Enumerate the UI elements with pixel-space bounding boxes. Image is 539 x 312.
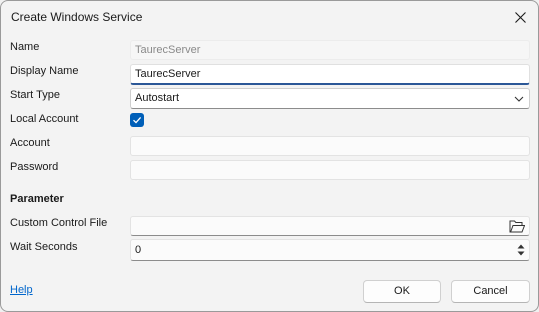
local-account-checkbox[interactable] xyxy=(130,113,144,127)
browse-file-button[interactable] xyxy=(508,218,526,234)
ok-button[interactable]: OK xyxy=(363,280,441,303)
close-button[interactable] xyxy=(508,5,532,29)
local-account-label: Local Account xyxy=(10,113,79,125)
parameter-heading: Parameter xyxy=(10,193,64,205)
custom-control-file-field[interactable] xyxy=(130,216,530,236)
display-name-field[interactable] xyxy=(130,64,530,85)
account-field[interactable] xyxy=(130,136,530,156)
create-windows-service-dialog: Create Windows Service Name Display Name… xyxy=(0,0,539,312)
wait-seconds-value: 0 xyxy=(135,244,142,256)
start-type-select[interactable]: Autostart xyxy=(130,88,530,109)
password-field[interactable] xyxy=(130,160,530,180)
cancel-button[interactable]: Cancel xyxy=(451,280,530,303)
window-title: Create Windows Service xyxy=(11,10,143,24)
title-bar: Create Windows Service xyxy=(1,1,538,34)
wait-seconds-field[interactable]: 0 xyxy=(130,239,530,261)
custom-control-file-value xyxy=(131,220,135,232)
start-type-value: Autostart xyxy=(135,92,180,104)
close-icon xyxy=(514,11,526,23)
password-label: Password xyxy=(10,161,59,173)
start-type-label: Start Type xyxy=(10,89,60,101)
name-label: Name xyxy=(10,41,40,53)
wait-seconds-label: Wait Seconds xyxy=(10,241,78,253)
checkmark-icon xyxy=(133,116,142,124)
spinner-arrows-icon[interactable] xyxy=(516,242,526,258)
chevron-down-icon xyxy=(514,96,524,102)
custom-control-file-label: Custom Control File xyxy=(10,217,108,229)
name-field[interactable] xyxy=(130,40,530,60)
display-name-label: Display Name xyxy=(10,65,79,77)
folder-open-icon xyxy=(509,220,525,232)
account-label: Account xyxy=(10,137,50,149)
help-link[interactable]: Help xyxy=(10,284,33,296)
